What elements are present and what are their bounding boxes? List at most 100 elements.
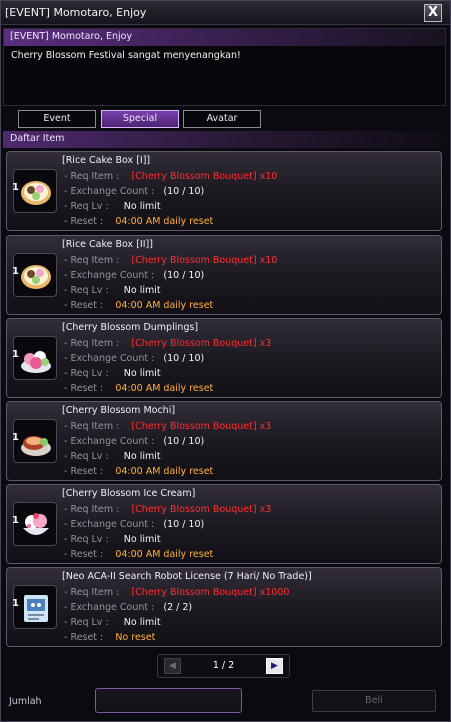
req-item-label: - Req Item : [64, 587, 120, 598]
list-item[interactable]: 1 [Neo ACA-II Search Robot License (7 Ha… [6, 567, 442, 647]
item-quantity: 1 [12, 182, 19, 193]
titlebar[interactable]: [EVENT] Momotaro, Enjoy X [1, 1, 450, 25]
next-page-button[interactable]: ▶ [266, 658, 283, 674]
req-lv-row: - Req Lv : No limit [64, 617, 161, 628]
exchange-count-value: (10 / 10) [163, 353, 205, 364]
reset-label: - Reset : [64, 216, 104, 227]
close-button[interactable]: X [424, 4, 442, 22]
reset-row: - Reset : 04:00 AM daily reset [64, 466, 213, 477]
exchange-count-label: - Exchange Count : [64, 436, 155, 447]
item-quantity: 1 [12, 349, 19, 360]
reset-label: - Reset : [64, 466, 104, 477]
item-quantity: 1 [12, 515, 19, 526]
rice-cake-box-icon [13, 169, 57, 213]
req-lv-row: - Req Lv : No limit [64, 285, 161, 296]
item-name: [Cherry Blossom Mochi] [62, 405, 176, 416]
reset-row: - Reset : 04:00 AM daily reset [64, 549, 213, 560]
exchange-count-value: (10 / 10) [163, 270, 205, 281]
req-item-label: - Req Item : [64, 255, 120, 266]
reset-label: - Reset : [64, 549, 104, 560]
req-item-value: [Cherry Blossom Bouquet] x1000 [131, 587, 290, 598]
quantity-label: Jumlah [9, 696, 42, 707]
exchange-count-row: - Exchange Count : (10 / 10) [64, 186, 204, 197]
mochi-icon [13, 419, 57, 463]
req-item-row: - Req Item : [Cherry Blossom Bouquet] x1… [64, 171, 277, 182]
req-item-value: [Cherry Blossom Bouquet] x10 [131, 171, 278, 182]
req-item-row: - Req Item : [Cherry Blossom Bouquet] x3 [64, 504, 271, 515]
req-item-row: - Req Item : [Cherry Blossom Bouquet] x3 [64, 338, 271, 349]
pagination: ◀ 1 / 2 ▶ [157, 654, 290, 678]
reset-value: 04:00 AM daily reset [115, 383, 214, 394]
item-name: [Cherry Blossom Dumplings] [62, 322, 199, 333]
req-lv-row: - Req Lv : No limit [64, 201, 161, 212]
exchange-count-label: - Exchange Count : [64, 353, 155, 364]
req-lv-label: - Req Lv : [64, 451, 109, 462]
req-lv-value: No limit [123, 285, 161, 296]
req-item-value: [Cherry Blossom Bouquet] x3 [131, 504, 272, 515]
item-name: [Neo ACA-II Search Robot License (7 Hari… [62, 571, 312, 582]
exchange-count-value: (2 / 2) [163, 602, 193, 613]
req-lv-value: No limit [123, 201, 161, 212]
robot-license-icon [13, 585, 57, 629]
tab-special[interactable]: Special [101, 110, 179, 128]
list-item[interactable]: 1 [Cherry Blossom Dumplings] - Req Item … [6, 318, 442, 398]
ice-cream-icon [13, 502, 57, 546]
reset-value: 04:00 AM daily reset [115, 216, 214, 227]
buy-button[interactable]: Beli [312, 690, 436, 712]
reset-label: - Reset : [64, 383, 104, 394]
req-lv-value: No limit [123, 451, 161, 462]
list-item[interactable]: 1 [Rice Cake Box [II]] - Req Item : [Che… [6, 235, 442, 315]
reset-value: 04:00 AM daily reset [115, 549, 214, 560]
npc-dialog-panel: [EVENT] Momotaro, Enjoy Cherry Blossom F… [3, 28, 446, 106]
npc-message: Cherry Blossom Festival sangat menyenang… [11, 50, 241, 61]
dumplings-icon [13, 336, 57, 380]
item-name: [Cherry Blossom Ice Cream] [62, 488, 196, 499]
reset-value: No reset [115, 632, 156, 643]
exchange-count-label: - Exchange Count : [64, 519, 155, 530]
req-item-label: - Req Item : [64, 421, 120, 432]
req-item-row: - Req Item : [Cherry Blossom Bouquet] x1… [64, 587, 289, 598]
exchange-count-value: (10 / 10) [163, 186, 205, 197]
tab-avatar[interactable]: Avatar [183, 110, 261, 128]
item-name: [Rice Cake Box [I]] [62, 155, 151, 166]
exchange-count-row: - Exchange Count : (2 / 2) [64, 602, 192, 613]
item-list-header: Daftar Item [3, 131, 446, 148]
req-lv-value: No limit [123, 534, 161, 545]
quantity-input[interactable] [95, 688, 242, 713]
reset-label: - Reset : [64, 632, 104, 643]
exchange-count-value: (10 / 10) [163, 519, 205, 530]
item-quantity: 1 [12, 266, 19, 277]
list-item[interactable]: 1 [Cherry Blossom Ice Cream] - Req Item … [6, 484, 442, 564]
rice-cake-box-icon [13, 253, 57, 297]
req-lv-row: - Req Lv : No limit [64, 451, 161, 462]
reset-row: - Reset : 04:00 AM daily reset [64, 383, 213, 394]
exchange-count-label: - Exchange Count : [64, 602, 155, 613]
req-item-label: - Req Item : [64, 504, 120, 515]
reset-label: - Reset : [64, 300, 104, 311]
exchange-count-row: - Exchange Count : (10 / 10) [64, 270, 204, 281]
reset-value: 04:00 AM daily reset [115, 466, 214, 477]
req-lv-row: - Req Lv : No limit [64, 534, 161, 545]
req-lv-label: - Req Lv : [64, 201, 109, 212]
list-item[interactable]: 1 [Rice Cake Box [I]] - Req Item : [Cher… [6, 151, 442, 231]
req-lv-label: - Req Lv : [64, 285, 109, 296]
req-lv-value: No limit [123, 368, 161, 379]
item-quantity: 1 [12, 432, 19, 443]
req-lv-label: - Req Lv : [64, 617, 109, 628]
list-item[interactable]: 1 [Cherry Blossom Mochi] - Req Item : [C… [6, 401, 442, 481]
req-item-value: [Cherry Blossom Bouquet] x10 [131, 255, 278, 266]
req-item-value: [Cherry Blossom Bouquet] x3 [131, 338, 272, 349]
reset-row: - Reset : 04:00 AM daily reset [64, 216, 213, 227]
req-lv-row: - Req Lv : No limit [64, 368, 161, 379]
req-lv-label: - Req Lv : [64, 368, 109, 379]
req-lv-label: - Req Lv : [64, 534, 109, 545]
reset-value: 04:00 AM daily reset [115, 300, 214, 311]
tab-event[interactable]: Event [18, 110, 96, 128]
req-item-row: - Req Item : [Cherry Blossom Bouquet] x3 [64, 421, 271, 432]
req-item-label: - Req Item : [64, 171, 120, 182]
item-name: [Rice Cake Box [II]] [62, 239, 153, 250]
exchange-count-value: (10 / 10) [163, 436, 205, 447]
exchange-window: [EVENT] Momotaro, Enjoy X [EVENT] Momota… [0, 0, 451, 722]
footer: Jumlah Beli [1, 681, 450, 721]
req-item-row: - Req Item : [Cherry Blossom Bouquet] x1… [64, 255, 277, 266]
